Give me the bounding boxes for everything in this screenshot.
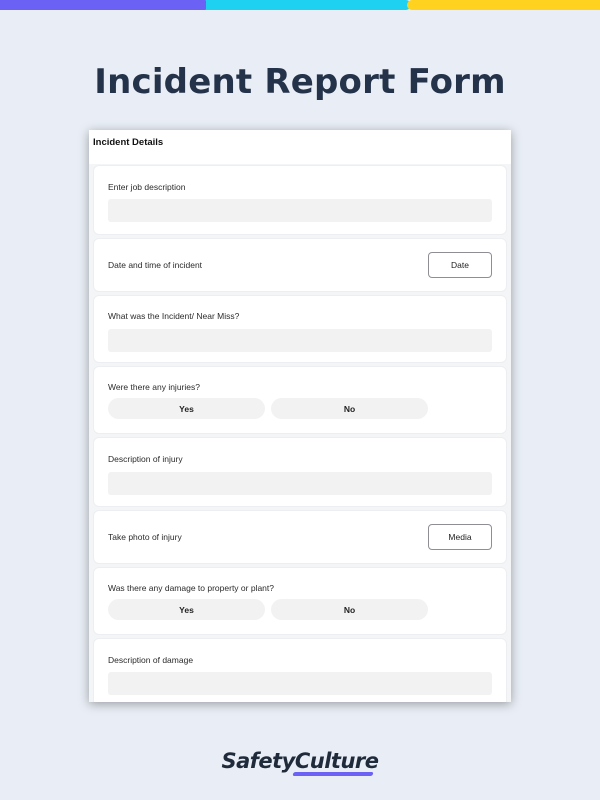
question-date-time: Date and time of incident Date xyxy=(93,238,507,292)
safetyculture-logo: SafetyCulture xyxy=(221,749,379,773)
color-bar-cyan xyxy=(206,0,411,10)
logo-underline xyxy=(292,772,374,776)
job-description-input[interactable] xyxy=(108,199,492,222)
injury-description-input[interactable] xyxy=(108,472,492,495)
page-title: Incident Report Form xyxy=(94,62,506,102)
media-button[interactable]: Media xyxy=(428,524,492,550)
question-label: Description of injury xyxy=(108,454,183,464)
color-bar-yellow xyxy=(407,0,600,10)
damage-choice-group: Yes No xyxy=(108,599,492,620)
color-bar-purple xyxy=(0,0,210,10)
incident-form: Incident Details Enter job description D… xyxy=(89,130,511,702)
damage-yes-button[interactable]: Yes xyxy=(108,599,265,620)
question-property-damage: Was there any damage to property or plan… xyxy=(93,567,507,635)
injuries-yes-button[interactable]: Yes xyxy=(108,398,265,419)
question-job-description: Enter job description xyxy=(93,165,507,235)
incident-near-miss-input[interactable] xyxy=(108,329,492,352)
question-damage-description: Description of damage xyxy=(93,638,507,702)
question-label: Was there any damage to property or plan… xyxy=(108,583,274,593)
top-color-bar xyxy=(0,0,600,10)
question-label: Description of damage xyxy=(108,655,194,665)
injuries-no-button[interactable]: No xyxy=(271,398,428,419)
section-title: Incident Details xyxy=(89,130,511,164)
question-label: What was the Incident/ Near Miss? xyxy=(108,311,240,321)
question-incident-near-miss: What was the Incident/ Near Miss? xyxy=(93,295,507,363)
question-label: Were there any injuries? xyxy=(108,382,200,392)
question-photo-injury: Take photo of injury Media xyxy=(93,510,507,564)
question-injury-description: Description of injury xyxy=(93,437,507,507)
damage-description-input[interactable] xyxy=(108,672,492,695)
date-button[interactable]: Date xyxy=(428,252,492,278)
question-label: Enter job description xyxy=(108,182,186,192)
question-injuries: Were there any injuries? Yes No xyxy=(93,366,507,434)
injuries-choice-group: Yes No xyxy=(108,398,492,419)
damage-no-button[interactable]: No xyxy=(271,599,428,620)
